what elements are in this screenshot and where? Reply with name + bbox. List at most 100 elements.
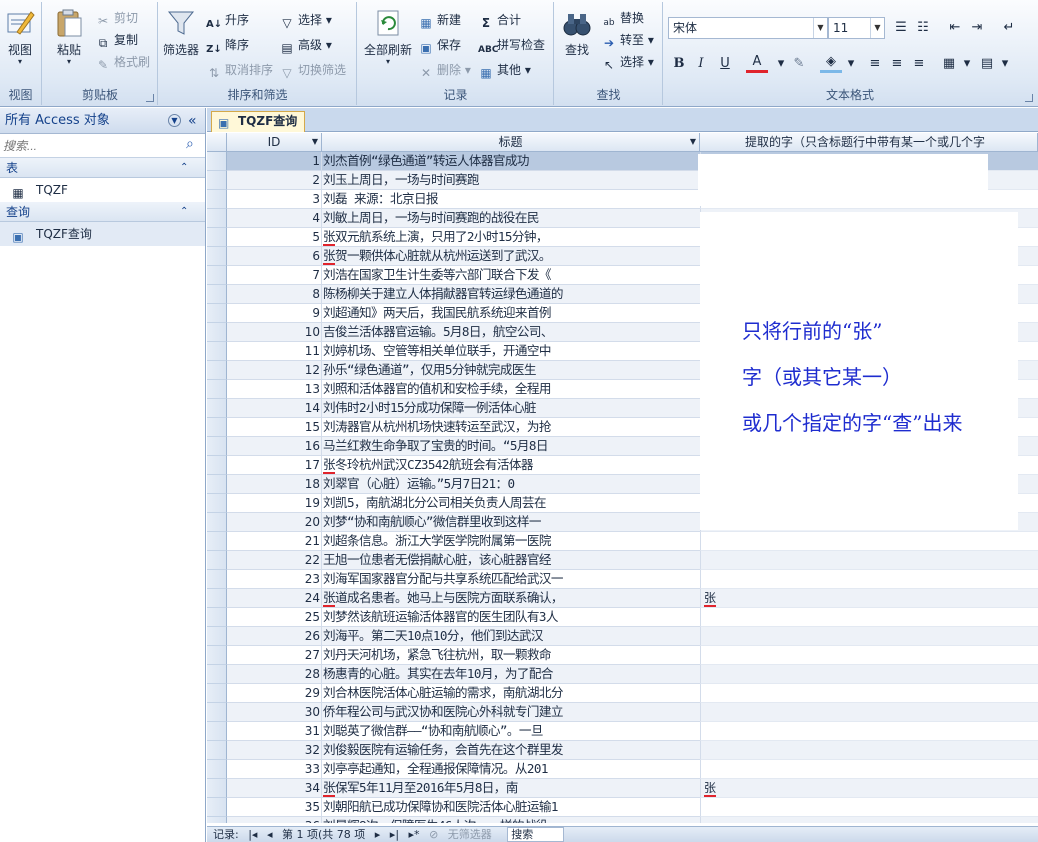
chevron-down-icon[interactable]: ▾	[956, 53, 978, 75]
cell-title[interactable]: 张冬玲杭州武汉CZ3542航班会有活体器	[322, 456, 700, 475]
cell-id[interactable]: 11	[227, 342, 322, 361]
cell-extracted[interactable]	[700, 551, 1038, 570]
cell-title[interactable]: 张保军5年11月至2016年5月8日，南	[322, 779, 700, 798]
cell-id[interactable]: 32	[227, 741, 322, 760]
column-header-id[interactable]: ID ▼	[227, 133, 322, 152]
cell-title[interactable]: 杨惠青的心脏。其实在去年10月，为了配合	[322, 665, 700, 684]
tab-tqzf-query[interactable]: ▣ TQZF查询	[211, 111, 305, 132]
table-row[interactable]: 22 王旭一位患者无偿捐献心脏，该心脏器官经	[207, 551, 1038, 570]
more-button[interactable]: ▦ 其他 ▾	[478, 60, 531, 80]
column-header-title[interactable]: 标题 ▼	[322, 133, 700, 152]
underline-icon[interactable]: U	[714, 53, 736, 75]
cell-id[interactable]: 29	[227, 684, 322, 703]
cell-id[interactable]: 28	[227, 665, 322, 684]
chevron-down-icon[interactable]: ▼	[168, 114, 181, 127]
row-selector[interactable]	[207, 665, 227, 684]
cell-id[interactable]: 1	[227, 152, 322, 171]
cell-extracted[interactable]	[700, 798, 1038, 817]
cell-id[interactable]: 23	[227, 570, 322, 589]
fill-color-icon[interactable]: ◈	[820, 53, 842, 73]
cell-id[interactable]: 31	[227, 722, 322, 741]
record-position-field[interactable]: 第 1 项(共 78 项	[282, 828, 365, 841]
cell-id[interactable]: 13	[227, 380, 322, 399]
cell-title[interactable]: 刘照和活体器官的值机和安检手续，全程用	[322, 380, 700, 399]
table-row[interactable]: 29 刘合林医院活体心脏运输的需求，南航湖北分	[207, 684, 1038, 703]
find-button[interactable]: 查找	[557, 10, 597, 58]
cell-title[interactable]: 刘聪英了微信群——“协和南航顺心”。一旦	[322, 722, 700, 741]
toggle-filter-button[interactable]: ▽ 切换筛选	[279, 60, 346, 80]
cell-title[interactable]: 刘伟时2小时15分成功保障一例活体心脏	[322, 399, 700, 418]
row-selector[interactable]	[207, 703, 227, 722]
font-color-icon[interactable]: A	[746, 53, 768, 73]
nav-pane-header[interactable]: 所有 Access 对象 ▼ «	[0, 108, 205, 134]
cell-id[interactable]: 8	[227, 285, 322, 304]
numbering-icon[interactable]: ☷	[912, 17, 934, 39]
table-row[interactable]: 30 侨年程公司与武汉协和医院心外科就专门建立	[207, 703, 1038, 722]
cell-extracted[interactable]	[700, 684, 1038, 703]
last-record-icon[interactable]: ▸|	[390, 828, 399, 841]
increase-indent-icon[interactable]: ⇥	[966, 17, 988, 39]
save-record-button[interactable]: ▣ 保存	[418, 35, 461, 55]
table-row[interactable]: 28 杨惠青的心脏。其实在去年10月，为了配合	[207, 665, 1038, 684]
chevron-down-icon[interactable]: ▼	[690, 133, 696, 151]
cell-title[interactable]: 侨年程公司与武汉协和医院心外科就专门建立	[322, 703, 700, 722]
row-selector[interactable]	[207, 513, 227, 532]
row-selector[interactable]	[207, 627, 227, 646]
italic-icon[interactable]: I	[690, 53, 712, 75]
format-painter-button[interactable]: ✎ 格式刷	[95, 52, 150, 72]
row-selector[interactable]	[207, 266, 227, 285]
new-record-button[interactable]: ▦ 新建	[418, 10, 461, 30]
row-selector[interactable]	[207, 152, 227, 171]
cell-title[interactable]: 刘海平。第二天10点10分，他们到达武汉	[322, 627, 700, 646]
cell-id[interactable]: 3	[227, 190, 322, 209]
paragraph-direction-icon[interactable]: ↵	[998, 17, 1020, 39]
table-row[interactable]: 21 刘超条信息。浙江大学医学院附属第一医院	[207, 532, 1038, 551]
table-row[interactable]: 34 张保军5年11月至2016年5月8日，南张	[207, 779, 1038, 798]
cell-id[interactable]: 4	[227, 209, 322, 228]
replace-button[interactable]: ab 替换	[601, 8, 644, 28]
cell-title[interactable]: 刘丹天河机场，紧急飞往杭州，取一颗救命	[322, 646, 700, 665]
selection-filter-button[interactable]: ▽ 选择 ▾	[279, 10, 331, 30]
cell-id[interactable]: 16	[227, 437, 322, 456]
cell-title[interactable]: 刘磊 来源：北京日报	[322, 190, 700, 209]
cell-id[interactable]: 21	[227, 532, 322, 551]
row-selector[interactable]	[207, 798, 227, 817]
chevron-down-icon[interactable]: ▼	[312, 133, 318, 151]
paste-button[interactable]: 粘贴 ▾	[49, 8, 89, 66]
table-row[interactable]: 25 刘梦然该航班运输活体器官的医生团队有3人	[207, 608, 1038, 627]
row-selector[interactable]	[207, 722, 227, 741]
row-selector[interactable]	[207, 304, 227, 323]
cell-id[interactable]: 10	[227, 323, 322, 342]
cell-title[interactable]: 刘俊毅医院有运输任务，会首先在这个群里发	[322, 741, 700, 760]
clipboard-launcher-icon[interactable]	[146, 94, 154, 102]
cell-title[interactable]: 刘浩在国家卫生计生委等六部门联合下发《	[322, 266, 700, 285]
collapse-section-icon[interactable]: ⌃	[180, 158, 188, 178]
align-left-icon[interactable]: ≡	[864, 53, 886, 75]
sort-ascending-button[interactable]: A↓ 升序	[206, 10, 249, 30]
view-button[interactable]: 视图 ▾	[2, 8, 38, 66]
cell-id[interactable]: 2	[227, 171, 322, 190]
row-selector[interactable]	[207, 760, 227, 779]
cell-id[interactable]: 22	[227, 551, 322, 570]
cell-title[interactable]: 刘婷机场、空管等相关单位联手，开通空中	[322, 342, 700, 361]
font-size-select[interactable]: 11 ▼	[828, 17, 885, 39]
cell-id[interactable]: 27	[227, 646, 322, 665]
text-format-launcher-icon[interactable]	[1025, 94, 1033, 102]
delete-record-button[interactable]: ✕ 删除 ▾	[418, 60, 471, 80]
row-selector[interactable]	[207, 228, 227, 247]
table-row[interactable]: 24 张道成名患者。她马上与医院方面联系确认，张	[207, 589, 1038, 608]
goto-button[interactable]: ➔ 转至 ▾	[601, 30, 654, 50]
collapse-section-icon[interactable]: ⌃	[180, 202, 188, 222]
cell-extracted[interactable]	[700, 627, 1038, 646]
cell-extracted[interactable]	[700, 817, 1038, 823]
row-selector[interactable]	[207, 589, 227, 608]
highlight-icon[interactable]: ✎	[788, 53, 810, 75]
row-selector[interactable]	[207, 570, 227, 589]
nav-search-input[interactable]	[0, 135, 180, 157]
cell-title[interactable]: 吉俊兰活体器官运输。5月8日，航空公司、	[322, 323, 700, 342]
align-center-icon[interactable]: ≡	[886, 53, 908, 75]
next-record-icon[interactable]: ▸	[375, 828, 381, 841]
select-all-corner[interactable]	[207, 133, 227, 152]
cell-title[interactable]: 刘涛器官从杭州机场快速转运至武汉，为抢	[322, 418, 700, 437]
cell-id[interactable]: 36	[227, 817, 322, 823]
